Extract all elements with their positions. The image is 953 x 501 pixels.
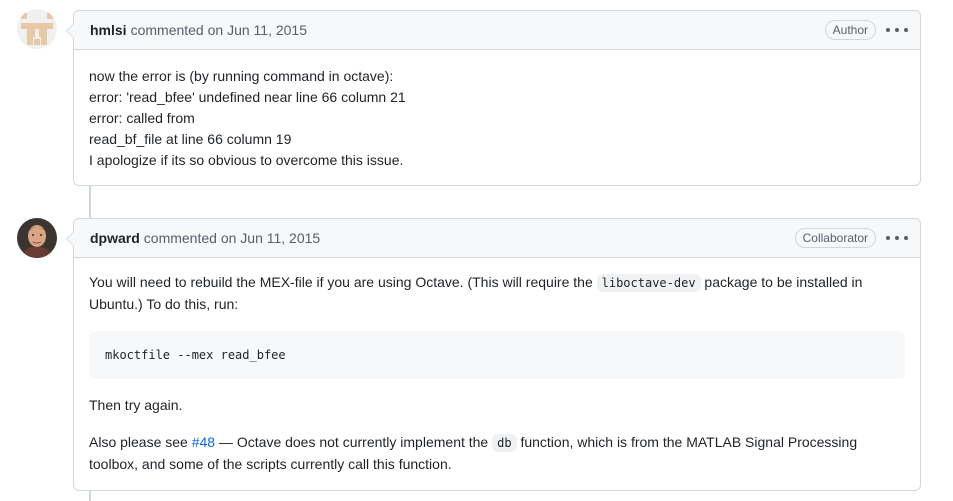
comment-paragraph: Then try again. [89,397,183,413]
inline-code: db [492,434,517,452]
paragraph-text: — Octave does not currently implement th… [215,434,493,450]
comment-paragraph: Also please see #48 — Octave does not cu… [89,432,905,475]
kebab-menu-icon[interactable] [886,230,908,246]
comment-line: I apologize if its so obvious to overcom… [89,152,404,168]
code-block[interactable]: mkoctfile --mex read_bfee [89,331,905,379]
comment: dpward commented on Jun 11, 2015 Collabo… [66,218,921,491]
comment-header: hmlsi commented on Jun 11, 2015 Author [66,11,920,50]
avatar[interactable] [17,9,57,49]
comment-line: error: called from [89,110,195,126]
comment-header: dpward commented on Jun 11, 2015 Collabo… [66,219,920,258]
identicon-icon [17,9,57,49]
comment-author[interactable]: dpward [90,230,140,246]
comment-line: read_bf_file at line 66 column 19 [89,131,292,147]
comment-timestamp[interactable]: commented on Jun 11, 2015 [144,230,320,246]
comment-author[interactable]: hmlsi [90,22,127,38]
comment-line: now the error is (by running command in … [89,68,394,84]
comment-timestamp[interactable]: commented on Jun 11, 2015 [131,22,307,38]
user-photo-icon [17,218,57,258]
comment-body: now the error is (by running command in … [74,50,920,187]
paragraph-text: You will need to rebuild the MEX-file if… [89,274,597,290]
comment-paragraph: You will need to rebuild the MEX-file if… [89,272,905,315]
kebab-menu-icon[interactable] [886,22,908,38]
issue-link[interactable]: #48 [192,434,215,450]
inline-code: liboctave-dev [596,274,701,292]
author-badge: Author [824,20,876,40]
paragraph-text: Also please see [89,434,192,450]
collaborator-badge: Collaborator [794,228,876,248]
comment: hmlsi commented on Jun 11, 2015 Author n… [66,10,921,187]
comment-line: error: 'read_bfee' undefined near line 6… [89,89,406,105]
comment-body: You will need to rebuild the MEX-file if… [74,258,920,501]
timeline-connector [89,185,91,218]
avatar[interactable] [17,218,57,258]
